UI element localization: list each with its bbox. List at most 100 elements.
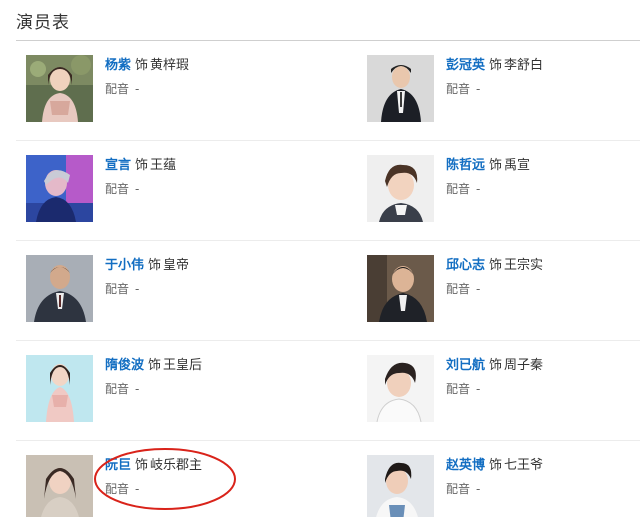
- role-name: 岐乐郡主: [150, 458, 203, 473]
- as-label: 饰: [135, 58, 149, 73]
- dubbing-line: 配音 -: [105, 480, 202, 498]
- actor-name-link[interactable]: 刘已航: [446, 358, 485, 373]
- cast-info: 杨紫饰黄梓瑕 配音 -: [105, 57, 189, 98]
- as-label: 饰: [489, 358, 503, 373]
- section-title: 演员表: [16, 13, 70, 33]
- dubbing-label: 配音: [446, 382, 471, 396]
- cast-card: 彭冠英饰李舒白 配音 -: [357, 41, 640, 141]
- as-label: 饰: [148, 358, 162, 373]
- portrait-photo-casual: [367, 455, 434, 517]
- dubbing-value: -: [135, 482, 140, 496]
- dubbing-line: 配音 -: [446, 80, 543, 98]
- as-label: 饰: [489, 158, 503, 173]
- dubbing-label: 配音: [105, 82, 130, 96]
- actor-name-link[interactable]: 陈哲远: [446, 158, 485, 173]
- role-name: 李舒白: [504, 58, 544, 73]
- dubbing-line: 配音 -: [446, 280, 543, 298]
- dubbing-label: 配音: [446, 182, 471, 196]
- actor-name-link[interactable]: 宣言: [105, 158, 131, 173]
- role-name: 皇帝: [163, 258, 190, 273]
- cast-info: 隋俊波饰王皇后 配音 -: [105, 357, 202, 398]
- dubbing-value: -: [476, 282, 481, 296]
- dubbing-value: -: [476, 182, 481, 196]
- portrait-photo-garden: [26, 55, 93, 122]
- portrait-photo-pale-dress: [26, 355, 93, 422]
- cast-row: 杨紫饰黄梓瑕 配音 - 彭冠英饰李舒白 配音 -: [16, 41, 640, 141]
- dubbing-value: -: [476, 482, 481, 496]
- actor-name-link[interactable]: 隋俊波: [105, 358, 144, 373]
- as-label: 饰: [489, 58, 503, 73]
- cast-info: 陈哲远饰禹宣 配音 -: [446, 157, 530, 198]
- dubbing-value: -: [476, 382, 481, 396]
- dubbing-line: 配音 -: [446, 380, 543, 398]
- dubbing-value: -: [135, 182, 140, 196]
- dubbing-line: 配音 -: [446, 480, 543, 498]
- actor-photo[interactable]: [26, 255, 93, 322]
- dubbing-value: -: [476, 82, 481, 96]
- dubbing-value: -: [135, 382, 140, 396]
- cast-card: 杨紫饰黄梓瑕 配音 -: [16, 41, 299, 141]
- role-name: 王宗实: [504, 258, 544, 273]
- cast-info: 阮巨饰岐乐郡主 配音 -: [105, 457, 202, 498]
- cast-list-page: 演员表 杨紫饰黄梓瑕 配音 - 彭冠英 饰 李舒白 配音 - 宣言 饰 王蕴 配…: [0, 0, 640, 517]
- actor-photo[interactable]: [367, 355, 434, 422]
- actor-photo[interactable]: [26, 355, 93, 422]
- actor-photo[interactable]: [367, 255, 434, 322]
- dubbing-label: 配音: [105, 182, 130, 196]
- as-label: 饰: [135, 158, 149, 173]
- dubbing-label: 配音: [105, 282, 130, 296]
- portrait-photo-dark-suit: [367, 255, 434, 322]
- role-name: 王蕴: [150, 158, 177, 173]
- dubbing-line: 配音 -: [446, 180, 530, 198]
- cast-card: 宣言饰王蕴 配音 -: [16, 141, 299, 241]
- role-name: 周子秦: [504, 358, 544, 373]
- actor-name-link[interactable]: 赵英博: [446, 458, 485, 473]
- role-name: 黄梓瑕: [150, 58, 190, 73]
- cast-card: 赵英博饰七王爷 配音 -: [357, 441, 640, 517]
- portrait-photo-dark-suit: [367, 55, 434, 122]
- dubbing-label: 配音: [105, 382, 130, 396]
- cast-row: 阮巨饰岐乐郡主 配音 - 赵英博饰七王爷 配音 -: [16, 441, 640, 517]
- cast-card: 阮巨饰岐乐郡主 配音 -: [16, 441, 299, 517]
- dubbing-line: 配音 -: [105, 380, 202, 398]
- actor-photo[interactable]: [367, 55, 434, 122]
- actor-name-link[interactable]: 彭冠英: [446, 58, 485, 73]
- cast-card: 于小伟饰皇帝 配音 -: [16, 241, 299, 341]
- portrait-photo-blue-light: [26, 155, 93, 222]
- actor-name-link[interactable]: 于小伟: [105, 258, 144, 273]
- portrait-photo-soft: [26, 455, 93, 517]
- actor-photo[interactable]: [26, 55, 93, 122]
- cast-card: 隋俊波饰王皇后 配音 -: [16, 341, 299, 441]
- cast-row: 宣言饰王蕴 配音 - 陈哲远饰禹宣 配音 -: [16, 141, 640, 241]
- as-label: 饰: [135, 458, 149, 473]
- actor-name-link[interactable]: 阮巨: [105, 458, 131, 473]
- cast-grid: 杨紫饰黄梓瑕 配音 - 彭冠英饰李舒白 配音 - 宣言 饰 王蕴 配音 - 陈哲…: [16, 41, 640, 517]
- actor-photo[interactable]: [367, 155, 434, 222]
- dubbing-line: 配音 -: [105, 80, 189, 98]
- dubbing-label: 配音: [446, 82, 471, 96]
- portrait-photo-grey-suit: [26, 255, 93, 322]
- cast-row: 于小伟饰皇帝 配音 - 邱心志饰王宗实 配音 -: [16, 241, 640, 341]
- as-label: 饰: [148, 258, 162, 273]
- cast-info: 赵英博饰七王爷 配音 -: [446, 457, 543, 498]
- role-name: 禹宣: [504, 158, 531, 173]
- cast-card: 邱心志饰王宗实 配音 -: [357, 241, 640, 341]
- cast-info: 邱心志饰王宗实 配音 -: [446, 257, 543, 298]
- cast-row: 隋俊波饰王皇后 配音 - 刘已航饰周子秦 配音 -: [16, 341, 640, 441]
- cast-card: 陈哲远饰禹宣 配音 -: [357, 141, 640, 241]
- as-label: 饰: [489, 258, 503, 273]
- dubbing-label: 配音: [446, 282, 471, 296]
- cast-info: 于小伟饰皇帝 配音 -: [105, 257, 189, 298]
- cast-card: 刘已航饰周子秦 配音 -: [357, 341, 640, 441]
- actor-name-link[interactable]: 杨紫: [105, 58, 131, 73]
- cast-info: 彭冠英饰李舒白 配音 -: [446, 57, 543, 98]
- actor-photo[interactable]: [26, 455, 93, 517]
- dubbing-value: -: [135, 82, 140, 96]
- cast-info: 刘已航饰周子秦 配音 -: [446, 357, 543, 398]
- dubbing-line: 配音 -: [105, 280, 189, 298]
- actor-photo[interactable]: [367, 455, 434, 517]
- dubbing-value: -: [135, 282, 140, 296]
- dubbing-line: 配音 -: [105, 180, 176, 198]
- actor-photo[interactable]: [26, 155, 93, 222]
- actor-name-link[interactable]: 邱心志: [446, 258, 485, 273]
